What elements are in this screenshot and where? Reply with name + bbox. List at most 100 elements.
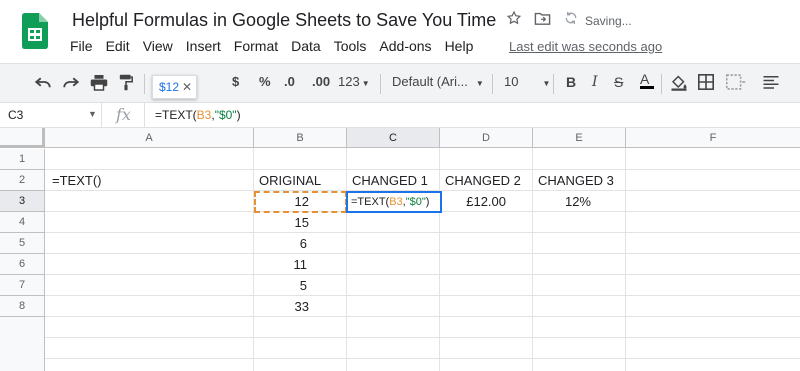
star-icon[interactable] [506,10,522,31]
row-header-2[interactable]: 2 [0,170,45,191]
referenced-cell-highlight [254,191,347,213]
column-header-b[interactable]: B [254,128,347,148]
toolbar-divider [380,74,381,94]
grid-line [45,253,800,254]
formula-bar-divider [144,103,145,128]
bold-button[interactable]: B [566,74,576,90]
row-header-1[interactable]: 1 [0,149,45,170]
row-header-5[interactable]: 5 [0,233,45,254]
formula-text: ) [425,196,430,208]
function-icon: fx [116,105,131,124]
formula-string: "$0" [214,108,237,122]
toolbar-divider [553,74,554,94]
decrease-decimal-button[interactable]: .0 [284,74,295,89]
paint-format-icon[interactable] [118,74,134,94]
row-header-4[interactable]: 4 [0,212,45,233]
active-cell-c3[interactable]: =TEXT(B3,"$0") [346,191,442,213]
cell-b2[interactable]: ORIGINAL [255,170,347,191]
print-icon[interactable] [90,74,108,94]
menu-tools[interactable]: Tools [334,38,367,54]
font-select[interactable]: Default (Ari... ▼ [392,74,484,89]
grid-line [45,337,800,338]
toolbar: $ % .0 .00 123 ▼ Default (Ari... ▼ 10 ▼ B I… [0,63,800,103]
document-title[interactable]: Helpful Formulas in Google Sheets to Sav… [72,10,496,31]
fill-color-icon[interactable] [670,74,688,94]
grid-line [45,274,800,275]
more-formats-button[interactable]: 123 ▼ [338,74,370,89]
font-size-select[interactable]: 10 ▼ [504,74,550,89]
font-size-value: 10 [504,74,519,89]
formula-text: =TEXT( [351,196,390,208]
grid-line [45,316,800,317]
cell-d3[interactable]: £12.00 [440,191,510,212]
formula-bar: C3 ▼ fx =TEXT(B3,"$0") [0,103,800,128]
column-header-a[interactable]: A [45,128,254,148]
merge-cells-icon[interactable] [726,74,746,93]
menu-data[interactable]: Data [291,38,321,54]
percent-format-button[interactable]: % [259,74,271,89]
row-header-3[interactable]: 3 [0,191,45,212]
cell-b6[interactable]: 11 [254,254,311,275]
toolbar-divider [144,74,145,94]
cell-e3[interactable]: 12% [533,191,595,212]
text-color-icon: A [640,71,650,87]
grid-line [45,295,800,296]
select-all-corner[interactable] [0,128,45,148]
formula-input[interactable]: =TEXT(B3,"$0") [155,108,241,122]
saving-status: Saving... [585,13,632,28]
app-header: Helpful Formulas in Google Sheets to Sav… [0,0,800,62]
column-header-e[interactable]: E [533,128,626,148]
move-folder-icon[interactable] [534,11,551,31]
formula-bar-divider [101,103,102,128]
chevron-down-icon: ▼ [361,79,370,88]
row-header-filler [0,317,45,371]
formula-cell-reference: B3 [196,108,212,122]
menu-view[interactable]: View [143,38,173,54]
cell-b7[interactable]: 5 [254,275,311,296]
cell-c2[interactable]: CHANGED 1 [348,170,440,191]
row-header-7[interactable]: 7 [0,275,45,296]
currency-format-button[interactable]: $ [232,74,239,89]
cell-b4[interactable]: 15 [254,212,313,233]
row-header-8[interactable]: 8 [0,296,45,317]
font-select-value: Default (Ari... [392,74,468,89]
spreadsheet-grid: A B C D E F 1 2 3 4 5 6 7 8 =TEXT() ORIG… [0,128,800,371]
column-header-d[interactable]: D [440,128,533,148]
column-header-c[interactable]: C [347,128,440,148]
cell-e2[interactable]: CHANGED 3 [534,170,626,191]
cell-b8[interactable]: 33 [254,296,313,317]
grid-line [45,358,800,359]
cell-b5[interactable]: 6 [254,233,311,254]
horizontal-align-icon[interactable] [762,74,780,93]
sheets-logo-icon[interactable] [22,13,48,49]
increase-decimal-button[interactable]: .00 [312,74,330,89]
menu-addons[interactable]: Add-ons [379,38,431,54]
column-header-f[interactable]: F [626,128,800,148]
toolbar-divider [661,74,662,94]
formula-string: "$0" [405,196,426,208]
last-edit-link[interactable]: Last edit was seconds ago [509,39,662,54]
formula-text: =TEXT( [155,108,197,122]
italic-button[interactable]: I [592,74,598,90]
menu-bar: File Edit View Insert Format Data Tools … [70,38,486,54]
cell-a2[interactable]: =TEXT() [48,170,253,191]
menu-edit[interactable]: Edit [106,38,130,54]
menu-help[interactable]: Help [445,38,474,54]
redo-icon[interactable] [62,75,80,92]
text-color-button[interactable]: A [640,71,654,89]
borders-icon[interactable] [698,74,714,93]
chevron-down-icon: ▼ [542,79,551,88]
row-header-6[interactable]: 6 [0,254,45,275]
close-icon[interactable]: ✕ [182,80,192,94]
cell-d2[interactable]: CHANGED 2 [441,170,533,191]
menu-insert[interactable]: Insert [186,38,221,54]
formula-cell-reference: B3 [389,196,403,208]
strikethrough-button[interactable]: S [614,74,623,90]
toolbar-divider [492,74,493,94]
chevron-down-icon[interactable]: ▼ [88,109,97,119]
menu-format[interactable]: Format [234,38,278,54]
undo-icon[interactable] [34,75,52,92]
name-box[interactable]: C3 [8,108,23,122]
menu-file[interactable]: File [70,38,93,54]
chevron-down-icon: ▼ [475,79,484,88]
